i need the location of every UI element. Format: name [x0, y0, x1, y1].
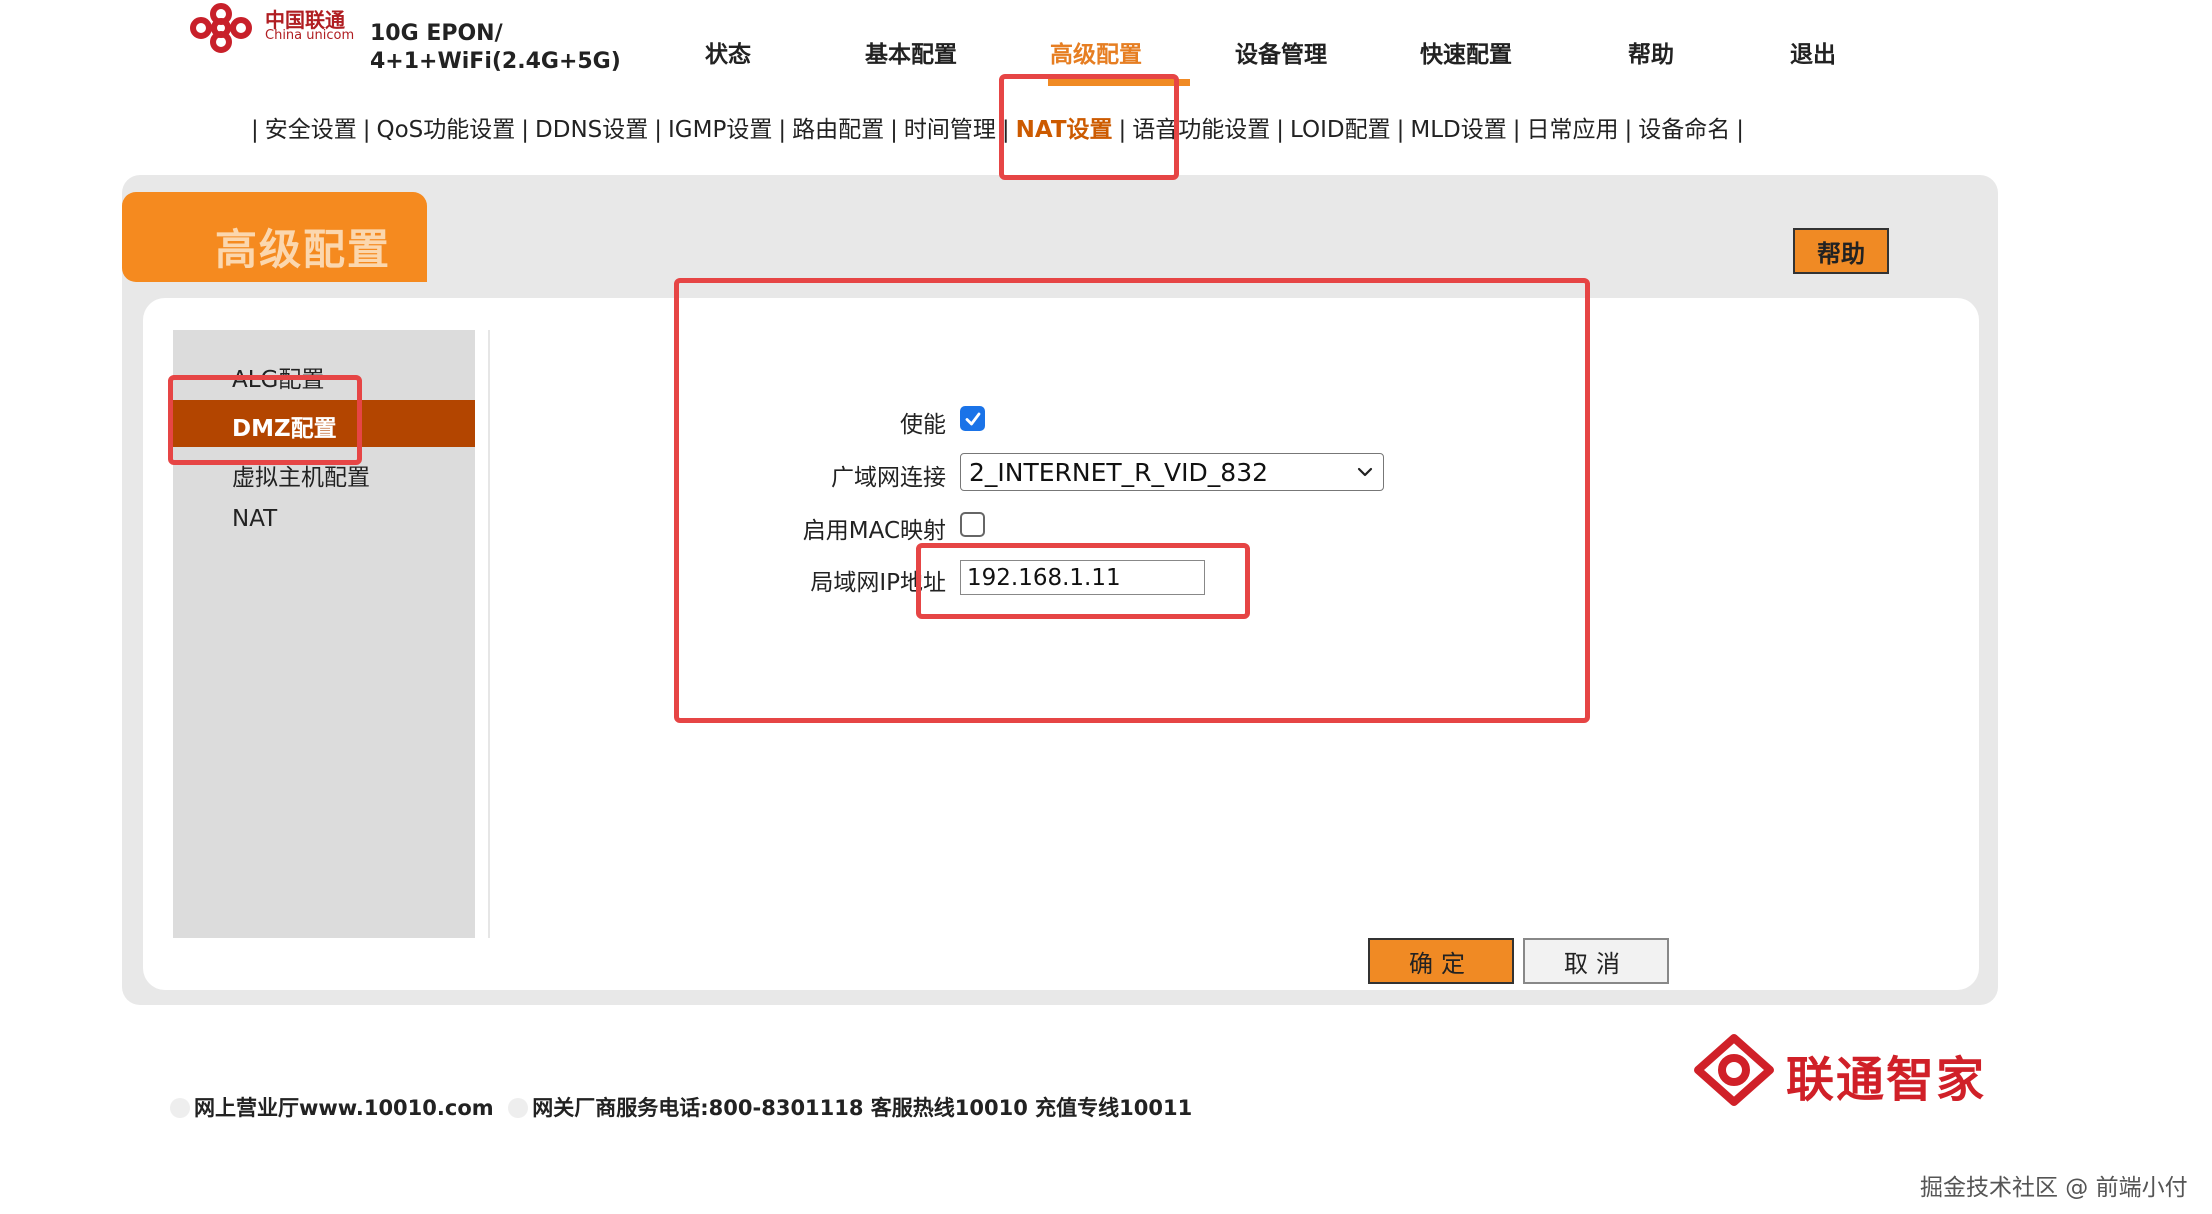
lan-ip-label: 局域网IP地址 — [810, 570, 946, 596]
nav-advanced-config[interactable]: 高级配置 — [1050, 35, 1142, 69]
unicom-knot-icon — [1694, 1034, 1774, 1106]
subnav-device-naming[interactable]: 设备命名 — [1638, 117, 1730, 143]
sidebar-item-nat[interactable]: NAT — [232, 506, 277, 532]
subnav-separator: | — [1736, 117, 1745, 143]
subnav-security[interactable]: 安全设置 — [265, 117, 357, 143]
sub-navigation: | 安全设置 | QoS功能设置 | DDNS设置 | IGMP设置 | 路由配置 | 时间管理 | NA… — [245, 110, 1750, 144]
model-line-1: 10G EPON/ — [370, 21, 503, 46]
subnav-separator: | — [251, 117, 259, 143]
subnav-ddns[interactable]: DDNS设置 — [535, 117, 648, 143]
sidebar-item-virtual-host[interactable]: 虚拟主机配置 — [232, 458, 370, 492]
subnav-time[interactable]: 时间管理 — [904, 117, 996, 143]
subnav-routing[interactable]: 路由配置 — [792, 117, 884, 143]
nav-active-indicator — [1048, 79, 1190, 86]
bullet-icon — [170, 1098, 190, 1118]
confirm-button[interactable]: 确定 — [1368, 938, 1514, 984]
panel-title: 高级配置 — [215, 225, 392, 274]
nav-status[interactable]: 状态 — [705, 35, 751, 69]
subnav-separator: | — [1118, 117, 1127, 143]
chevron-down-icon — [1357, 467, 1373, 477]
lan-ip-input[interactable] — [960, 560, 1205, 595]
brand-text: 联通智家 — [1786, 1052, 1987, 1108]
subnav-separator: | — [1512, 117, 1521, 143]
subnav-loid[interactable]: LOID配置 — [1290, 117, 1391, 143]
watermark: 掘金技术社区 @ 前端小付 — [1920, 1175, 2188, 1201]
device-model: 10G EPON/ 4+1+WiFi(2.4G+5G) — [370, 20, 621, 76]
nav-basic-config[interactable]: 基本配置 — [865, 35, 957, 69]
model-line-2: 4+1+WiFi(2.4G+5G) — [370, 49, 621, 74]
enable-label: 使能 — [900, 412, 946, 438]
bullet-icon — [508, 1098, 529, 1118]
unicom-smart-home-logo — [1690, 1030, 1778, 1110]
nav-quick-config[interactable]: 快速配置 — [1420, 35, 1512, 69]
mac-mapping-label: 启用MAC映射 — [802, 518, 946, 544]
mac-mapping-checkbox[interactable] — [960, 512, 985, 537]
logo-text-en: China unicom — [265, 28, 355, 43]
checkmark-icon — [965, 412, 980, 425]
nav-device-management[interactable]: 设备管理 — [1235, 35, 1327, 69]
subnav-voice[interactable]: 语音功能设置 — [1132, 117, 1270, 143]
online-hall-link[interactable]: 网上营业厅www.10010.com — [194, 1096, 494, 1120]
wan-connection-value: 2_INTERNET_R_VID_832 — [969, 457, 1268, 487]
nav-logout[interactable]: 退出 — [1790, 35, 1836, 69]
subnav-mld[interactable]: MLD设置 — [1410, 117, 1506, 143]
nav-help[interactable]: 帮助 — [1628, 35, 1674, 69]
sidebar-item-alg[interactable]: ALG配置 — [232, 360, 324, 394]
subnav-separator: | — [1624, 117, 1633, 143]
sidebar-divider — [488, 330, 490, 938]
subnav-separator: | — [778, 117, 787, 143]
wan-connection-select[interactable]: 2_INTERNET_R_VID_832 — [960, 453, 1384, 491]
subnav-igmp[interactable]: IGMP设置 — [668, 117, 772, 143]
wan-connection-label: 广域网连接 — [831, 465, 946, 491]
subnav-separator: | — [1001, 117, 1010, 143]
subnav-daily-apps[interactable]: 日常应用 — [1527, 117, 1619, 143]
cancel-button[interactable]: 取消 — [1523, 938, 1669, 984]
subnav-nat[interactable]: NAT设置 — [1016, 117, 1113, 143]
subnav-separator: | — [654, 117, 663, 143]
help-button[interactable]: 帮助 — [1793, 228, 1889, 274]
subnav-qos[interactable]: QoS功能设置 — [377, 117, 516, 143]
service-hotline: 网关厂商服务电话:800-8301118 客服热线10010 充值专线10011 — [532, 1096, 1193, 1120]
footer-info: 网上营业厅www.10010.com 网关厂商服务电话:800-8301118 … — [170, 1092, 1192, 1122]
sidebar-item-dmz[interactable]: DMZ配置 — [232, 409, 337, 443]
unicom-knot-icon — [190, 3, 252, 53]
subnav-separator: | — [521, 117, 530, 143]
subnav-separator: | — [890, 117, 898, 143]
subnav-separator: | — [1276, 117, 1285, 143]
enable-checkbox[interactable] — [960, 406, 985, 431]
subnav-separator: | — [362, 117, 371, 143]
subnav-separator: | — [1396, 117, 1405, 143]
